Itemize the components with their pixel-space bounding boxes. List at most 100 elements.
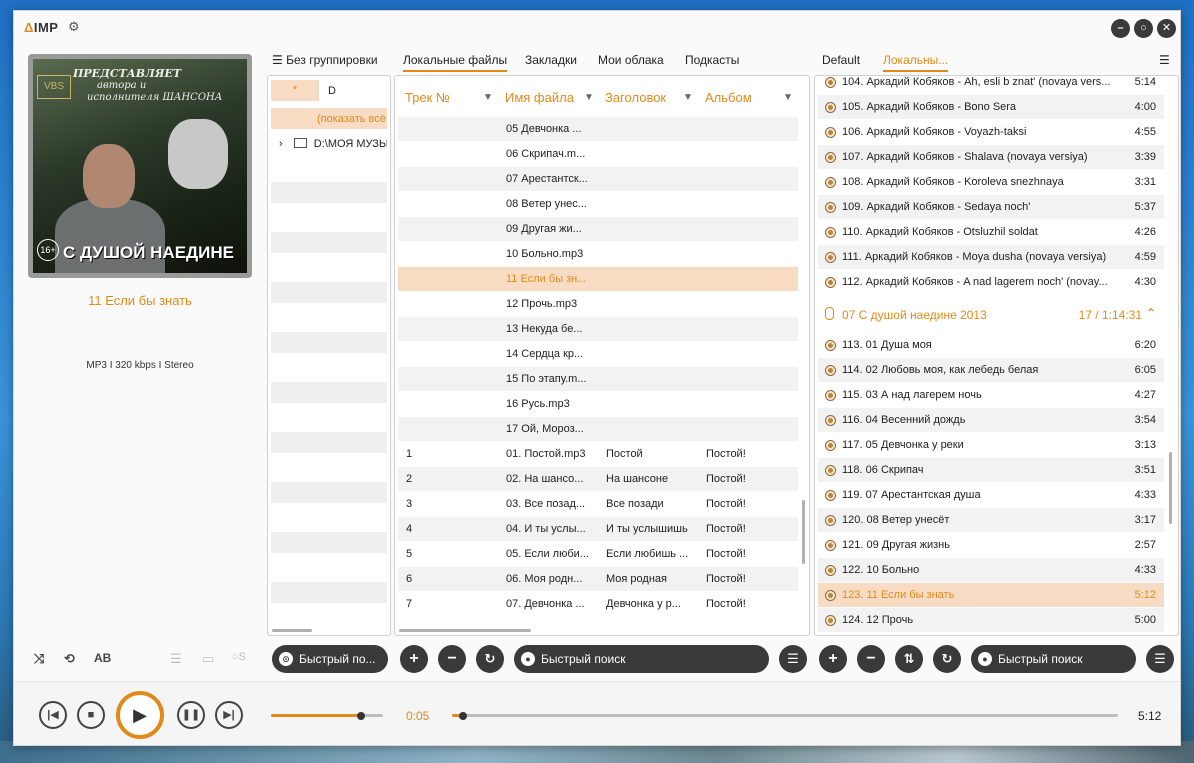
- visualization-icon[interactable]: ○S: [232, 651, 246, 663]
- volume-knob[interactable]: [356, 712, 365, 720]
- playlist-row[interactable]: 118. 06 Скрипач 3:51: [818, 458, 1164, 482]
- playlist-add-button[interactable]: +: [819, 645, 847, 673]
- file-list[interactable]: Трек № ▼ Имя файла ▼ Заголовок ▼ Альбом …: [394, 75, 810, 636]
- file-list-hscrollbar[interactable]: [399, 629, 531, 632]
- playlist-row[interactable]: 122. 10 Больно 4:33: [818, 558, 1164, 582]
- playlist-row[interactable]: 114. 02 Любовь моя, как лебедь белая 6:05: [818, 358, 1164, 382]
- file-row[interactable]: 06 Скрипач.m...: [398, 142, 798, 166]
- file-row[interactable]: 2 02. На шансо... На шансоне Постой!: [398, 467, 798, 491]
- tree-show-all[interactable]: (показать всё: [271, 108, 387, 129]
- playlist-row[interactable]: 108. Аркадий Кобяков - Koroleva snezhnay…: [818, 170, 1164, 194]
- pause-icon[interactable]: ❚❚: [177, 701, 205, 729]
- seek-bar[interactable]: [452, 714, 1118, 717]
- filter-icon[interactable]: ▼: [683, 92, 693, 103]
- equalizer-icon[interactable]: ☰: [170, 651, 182, 667]
- column-filename[interactable]: Имя файла: [505, 90, 574, 105]
- column-track[interactable]: Трек №: [405, 90, 450, 105]
- chevron-up-icon[interactable]: ⌃: [1146, 306, 1156, 320]
- playlist-row[interactable]: 112. Аркадий Кобяков - A nad lagerem noc…: [818, 270, 1164, 294]
- play-button[interactable]: ▶: [116, 691, 164, 739]
- playlist-row[interactable]: 109. Аркадий Кобяков - Sedaya noch' 5:37: [818, 195, 1164, 219]
- remove-files-button[interactable]: −: [438, 645, 466, 673]
- title-bar[interactable]: ΔIMP ⚙ – ○ ✕: [14, 11, 1182, 45]
- chevron-right-icon[interactable]: ›: [279, 138, 283, 150]
- file-list-scrollbar[interactable]: [802, 500, 805, 564]
- add-files-button[interactable]: +: [400, 645, 428, 673]
- column-album[interactable]: Альбом: [705, 90, 752, 105]
- stop-icon[interactable]: ■: [77, 701, 105, 729]
- playlist-row[interactable]: 120. 08 Ветер унесёт 3:17: [818, 508, 1164, 532]
- app-logo[interactable]: ΔIMP: [24, 20, 58, 35]
- playlist-row[interactable]: 123. 11 Если бы знать 5:12: [818, 583, 1164, 607]
- tab-clouds[interactable]: Мои облака: [598, 53, 664, 67]
- file-row[interactable]: 3 03. Все позад... Все позади Постой!: [398, 492, 798, 516]
- playlist-row[interactable]: 119. 07 Арестантская душа 4:33: [818, 483, 1164, 507]
- seek-knob[interactable]: [458, 712, 467, 720]
- filter-icon[interactable]: ▼: [584, 92, 594, 103]
- settings-gear-icon[interactable]: ⚙: [68, 19, 80, 35]
- playlist-tab-local[interactable]: Локальны...: [883, 53, 949, 72]
- playlist-row[interactable]: 116. 04 Весенний дождь 3:54: [818, 408, 1164, 432]
- playlist-row[interactable]: 106. Аркадий Кобяков - Voyazh-taksi 4:55: [818, 120, 1164, 144]
- files-quick-search[interactable]: ● Быстрый поиск: [514, 645, 769, 673]
- shuffle-icon[interactable]: ⤨: [34, 651, 44, 667]
- playlist[interactable]: 104. Аркадий Кобяков - Ah, esli b znat' …: [814, 75, 1179, 636]
- playlist-refresh-button[interactable]: ↻: [933, 645, 961, 673]
- ab-repeat-button[interactable]: AB: [94, 651, 111, 665]
- tree-filter-drive[interactable]: D: [328, 85, 336, 97]
- file-row[interactable]: 6 06. Моя родн... Моя родная Постой!: [398, 567, 798, 591]
- file-row[interactable]: 4 04. И ты услы... И ты услышишь Постой!: [398, 517, 798, 541]
- minimize-icon[interactable]: –: [1111, 19, 1130, 38]
- playlist-menu-button[interactable]: ☰: [1146, 645, 1174, 673]
- file-row[interactable]: 16 Русь.mp3: [398, 392, 798, 416]
- column-title[interactable]: Заголовок: [605, 90, 666, 105]
- playlist-remove-button[interactable]: −: [857, 645, 885, 673]
- file-row[interactable]: 17 Ой, Мороз...: [398, 417, 798, 441]
- file-row[interactable]: 7 07. Девчонка ... Девчонка у р... Постой!: [398, 592, 798, 616]
- file-row[interactable]: 15 По этапу.m...: [398, 367, 798, 391]
- playlist-menu-icon[interactable]: ☰: [1159, 53, 1170, 67]
- album-cover[interactable]: VBS ПРЕДСТАВЛЯЕТ автора и исполнителя ША…: [28, 54, 252, 278]
- playlist-row[interactable]: 110. Аркадий Кобяков - Otsluzhil soldat 4…: [818, 220, 1164, 244]
- playlist-quick-search[interactable]: ● Быстрый поиск: [971, 645, 1136, 673]
- file-row[interactable]: 05 Девчонка ...: [398, 117, 798, 141]
- filter-icon[interactable]: ▼: [483, 92, 493, 103]
- tree-scrollbar[interactable]: [272, 629, 312, 632]
- next-icon[interactable]: ▶|: [215, 701, 243, 729]
- playlist-row[interactable]: 124. 12 Прочь 5:00: [818, 608, 1164, 632]
- tab-podcasts[interactable]: Подкасты: [685, 53, 739, 67]
- playlist-row[interactable]: 104. Аркадий Кобяков - Ah, esli b znat' …: [818, 76, 1164, 94]
- file-row[interactable]: 1 01. Постой.mp3 Постой Постой!: [398, 442, 798, 466]
- tree-folder-row[interactable]: › D:\МОЯ МУЗЫ: [271, 133, 387, 154]
- tab-bookmarks[interactable]: Закладки: [525, 53, 577, 67]
- file-row[interactable]: 14 Сердца кр...: [398, 342, 798, 366]
- restore-icon[interactable]: ○: [1134, 19, 1153, 38]
- file-row[interactable]: 5 05. Если люби... Если любишь ... Постой!: [398, 542, 798, 566]
- file-row[interactable]: 07 Арестантск...: [398, 167, 798, 191]
- file-row[interactable]: 10 Больно.mp3: [398, 242, 798, 266]
- playlist-row[interactable]: 115. 03 А над лагерем ночь 4:27: [818, 383, 1164, 407]
- file-row[interactable]: 11 Если бы зн...: [398, 267, 798, 291]
- sort-button[interactable]: ⇅: [895, 645, 923, 673]
- grouping-menu[interactable]: ☰ Без группировки: [272, 53, 378, 67]
- playlist-row[interactable]: 105. Аркадий Кобяков - Bono Sera 4:00: [818, 95, 1164, 119]
- file-row[interactable]: 13 Некуда бе...: [398, 317, 798, 341]
- playlist-row[interactable]: 107. Аркадий Кобяков - Shalava (novaya v…: [818, 145, 1164, 169]
- playlist-row[interactable]: 113. 01 Душа моя 6:20: [818, 333, 1164, 357]
- file-row[interactable]: 08 Ветер унес...: [398, 192, 798, 216]
- playlist-scrollbar[interactable]: [1169, 452, 1172, 524]
- file-row[interactable]: 12 Прочь.mp3: [398, 292, 798, 316]
- repeat-icon[interactable]: ⟲: [64, 651, 75, 667]
- files-menu-button[interactable]: ☰: [779, 645, 807, 673]
- folder-tree[interactable]: * D (показать всё › D:\МОЯ МУЗЫ: [267, 75, 391, 636]
- lyrics-icon[interactable]: ▭: [202, 651, 214, 667]
- tree-filter-all[interactable]: *: [271, 80, 319, 101]
- playlist-row[interactable]: 117. 05 Девчонка у реки 3:13: [818, 433, 1164, 457]
- tab-local-files[interactable]: Локальные файлы: [403, 53, 508, 72]
- playlist-group-header[interactable]: 07 С душой наедине 2013 17 / 1:14:31 ⌃: [818, 299, 1164, 333]
- playlist-row[interactable]: 121. 09 Другая жизнь 2:57: [818, 533, 1164, 557]
- playlist-tab-default[interactable]: Default: [822, 53, 860, 67]
- tree-quick-search[interactable]: ⊙ Быстрый по...: [272, 645, 388, 673]
- refresh-button[interactable]: ↻: [476, 645, 504, 673]
- close-icon[interactable]: ✕: [1157, 19, 1176, 38]
